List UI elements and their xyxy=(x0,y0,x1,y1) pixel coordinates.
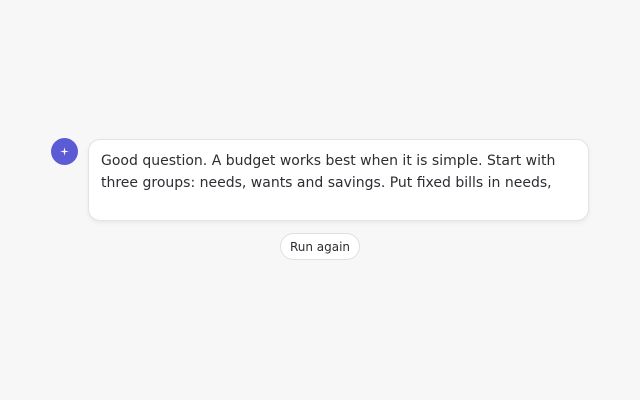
assistant-message-bubble: Good question. A budget works best when … xyxy=(88,139,589,221)
sparkle-icon xyxy=(60,147,69,156)
run-again-button[interactable]: Run again xyxy=(280,233,360,260)
chat-view: Good question. A budget works best when … xyxy=(0,0,640,400)
assistant-message-text: Good question. A budget works best when … xyxy=(101,153,556,191)
assistant-avatar xyxy=(51,138,78,165)
